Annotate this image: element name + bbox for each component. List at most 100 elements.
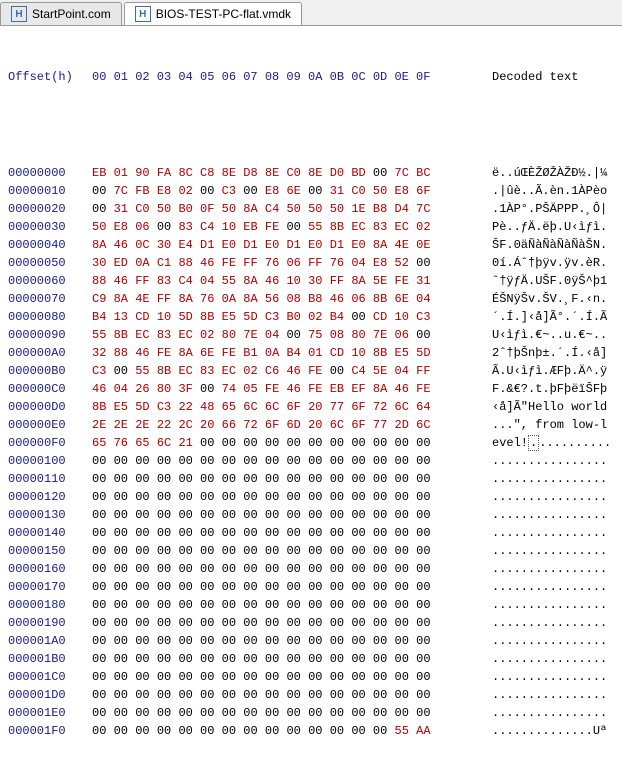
- bytes: 2E 2E 2E 22 2C 20 66 72 6F 6D 20 6C 6F 7…: [92, 416, 492, 434]
- hex-row[interactable]: 0000015000 00 00 00 00 00 00 00 00 00 00…: [8, 542, 614, 560]
- hex-row[interactable]: 0000010000 00 00 00 00 00 00 00 00 00 00…: [8, 452, 614, 470]
- offset: 00000130: [8, 506, 92, 524]
- file-icon: H: [11, 6, 27, 22]
- hex-viewer: Offset(h) 00 01 02 03 04 05 06 07 08 09 …: [0, 26, 622, 764]
- hex-row[interactable]: 0000002000 31 C0 50 B0 0F 50 8A C4 50 50…: [8, 200, 614, 218]
- hex-row[interactable]: 000001F000 00 00 00 00 00 00 00 00 00 00…: [8, 722, 614, 740]
- header-row: Offset(h) 00 01 02 03 04 05 06 07 08 09 …: [8, 68, 614, 86]
- hex-row[interactable]: 0000003050 E8 06 00 83 C4 10 EB FE 00 55…: [8, 218, 614, 236]
- offset: 00000140: [8, 524, 92, 542]
- hex-row[interactable]: 0000005030 ED 0A C1 88 46 FE FF 76 06 FF…: [8, 254, 614, 272]
- bytes: 00 00 00 00 00 00 00 00 00 00 00 00 00 0…: [92, 722, 492, 740]
- bytes: 00 00 00 00 00 00 00 00 00 00 00 00 00 0…: [92, 650, 492, 668]
- decoded: ................: [492, 650, 607, 668]
- bytes: 8A 46 0C 30 E4 D1 E0 D1 E0 D1 E0 D1 E0 8…: [92, 236, 492, 254]
- decoded: ´.Í.]‹å]Ã°.´.Í.Ã: [492, 308, 607, 326]
- decoded: ................: [492, 488, 607, 506]
- tab[interactable]: HBIOS-TEST-PC-flat.vmdk: [124, 2, 302, 25]
- offset: 00000100: [8, 452, 92, 470]
- cursor: .: [528, 435, 539, 451]
- offset: 00000070: [8, 290, 92, 308]
- hex-row[interactable]: 0000017000 00 00 00 00 00 00 00 00 00 00…: [8, 578, 614, 596]
- offset: 000001D0: [8, 686, 92, 704]
- bytes: 8B E5 5D C3 22 48 65 6C 6C 6F 20 77 6F 7…: [92, 398, 492, 416]
- decoded: ................: [492, 560, 607, 578]
- header-offset: Offset(h): [8, 68, 92, 86]
- bytes: 00 00 00 00 00 00 00 00 00 00 00 00 00 0…: [92, 668, 492, 686]
- hex-row[interactable]: 000000A032 88 46 FE 8A 6E FE B1 0A B4 01…: [8, 344, 614, 362]
- offset: 00000040: [8, 236, 92, 254]
- hex-row[interactable]: 000001D000 00 00 00 00 00 00 00 00 00 00…: [8, 686, 614, 704]
- offset: 00000020: [8, 200, 92, 218]
- hex-row[interactable]: 0000019000 00 00 00 00 00 00 00 00 00 00…: [8, 614, 614, 632]
- decoded: ˆ†ÿƒÄ.UŠF.0ÿŠ^þ1: [492, 272, 607, 290]
- bytes: 88 46 FF 83 C4 04 55 8A 46 10 30 FF 8A 5…: [92, 272, 492, 290]
- bytes: 46 04 26 80 3F 00 74 05 FE 46 FE EB EF 8…: [92, 380, 492, 398]
- offset: 00000090: [8, 326, 92, 344]
- decoded: ë..úŒÈŽØŽÀŽĐ½.|¼: [492, 164, 607, 182]
- decoded: evel!...........: [492, 434, 611, 452]
- tab-label: BIOS-TEST-PC-flat.vmdk: [156, 7, 291, 21]
- hex-row[interactable]: 000000B0C3 00 55 8B EC 83 EC 02 C6 46 FE…: [8, 362, 614, 380]
- decoded: .1ÀP°.PŠÄPPP.¸Ô|: [492, 200, 607, 218]
- offset: 00000120: [8, 488, 92, 506]
- hex-row[interactable]: 000000F065 76 65 6C 21 00 00 00 00 00 00…: [8, 434, 614, 452]
- bytes: 65 76 65 6C 21 00 00 00 00 00 00 00 00 0…: [92, 434, 492, 452]
- bytes: B4 13 CD 10 5D 8B E5 5D C3 B0 02 B4 00 C…: [92, 308, 492, 326]
- decoded: ................: [492, 452, 607, 470]
- bytes: 00 00 00 00 00 00 00 00 00 00 00 00 00 0…: [92, 542, 492, 560]
- hex-row[interactable]: 0000013000 00 00 00 00 00 00 00 00 00 00…: [8, 506, 614, 524]
- hex-row[interactable]: 000001B000 00 00 00 00 00 00 00 00 00 00…: [8, 650, 614, 668]
- decoded: Ã.U‹ìƒì.ÆFþ.Ä^.ÿ: [492, 362, 607, 380]
- bytes: 00 00 00 00 00 00 00 00 00 00 00 00 00 0…: [92, 452, 492, 470]
- offset: 00000160: [8, 560, 92, 578]
- decoded: ................: [492, 542, 607, 560]
- hex-row[interactable]: 0000001000 7C FB E8 02 00 C3 00 E8 6E 00…: [8, 182, 614, 200]
- decoded: U‹ìƒì.€~..u.€~..: [492, 326, 607, 344]
- hex-row[interactable]: 000000E02E 2E 2E 22 2C 20 66 72 6F 6D 20…: [8, 416, 614, 434]
- bytes: 55 8B EC 83 EC 02 80 7E 04 00 75 08 80 7…: [92, 326, 492, 344]
- hex-row[interactable]: 000000C046 04 26 80 3F 00 74 05 FE 46 FE…: [8, 380, 614, 398]
- hex-row[interactable]: 0000012000 00 00 00 00 00 00 00 00 00 00…: [8, 488, 614, 506]
- decoded: ................: [492, 578, 607, 596]
- hex-row[interactable]: 0000018000 00 00 00 00 00 00 00 00 00 00…: [8, 596, 614, 614]
- offset: 00000030: [8, 218, 92, 236]
- hex-row[interactable]: 000001C000 00 00 00 00 00 00 00 00 00 00…: [8, 668, 614, 686]
- bytes: 00 00 00 00 00 00 00 00 00 00 00 00 00 0…: [92, 488, 492, 506]
- offset: 000000A0: [8, 344, 92, 362]
- hex-row[interactable]: 000000D08B E5 5D C3 22 48 65 6C 6C 6F 20…: [8, 398, 614, 416]
- hex-row[interactable]: 0000011000 00 00 00 00 00 00 00 00 00 00…: [8, 470, 614, 488]
- bytes: 30 ED 0A C1 88 46 FE FF 76 06 FF 76 04 E…: [92, 254, 492, 272]
- hex-row[interactable]: 00000070C9 8A 4E FF 8A 76 0A 8A 56 08 B8…: [8, 290, 614, 308]
- offset: 000000D0: [8, 398, 92, 416]
- hex-row[interactable]: 0000014000 00 00 00 00 00 00 00 00 00 00…: [8, 524, 614, 542]
- bytes: 00 00 00 00 00 00 00 00 00 00 00 00 00 0…: [92, 524, 492, 542]
- tab[interactable]: HStartPoint.com: [0, 2, 122, 25]
- decoded: Pè..ƒÄ.ëþ.U‹ìƒì.: [492, 218, 607, 236]
- bytes: 00 00 00 00 00 00 00 00 00 00 00 00 00 0…: [92, 578, 492, 596]
- offset: 00000010: [8, 182, 92, 200]
- hex-row[interactable]: 0000009055 8B EC 83 EC 02 80 7E 04 00 75…: [8, 326, 614, 344]
- hex-row[interactable]: 0000006088 46 FF 83 C4 04 55 8A 46 10 30…: [8, 272, 614, 290]
- decoded: ÉŠNÿŠv.ŠV.¸F.‹n.: [492, 290, 607, 308]
- hex-row[interactable]: 0000016000 00 00 00 00 00 00 00 00 00 00…: [8, 560, 614, 578]
- hex-row[interactable]: 000001A000 00 00 00 00 00 00 00 00 00 00…: [8, 632, 614, 650]
- decoded: ‹å]Ã"Hello world: [492, 398, 607, 416]
- hex-row[interactable]: 000001E000 00 00 00 00 00 00 00 00 00 00…: [8, 704, 614, 722]
- bytes: 00 00 00 00 00 00 00 00 00 00 00 00 00 0…: [92, 632, 492, 650]
- hex-row[interactable]: 00000080B4 13 CD 10 5D 8B E5 5D C3 B0 02…: [8, 308, 614, 326]
- decoded: ................: [492, 632, 607, 650]
- offset: 000001A0: [8, 632, 92, 650]
- offset: 000000F0: [8, 434, 92, 452]
- decoded: ................: [492, 596, 607, 614]
- offset: 000001B0: [8, 650, 92, 668]
- header-decoded: Decoded text: [492, 68, 578, 86]
- hex-row[interactable]: 00000000EB 01 90 FA 8C C8 8E D8 8E C0 8E…: [8, 164, 614, 182]
- bytes: 00 00 00 00 00 00 00 00 00 00 00 00 00 0…: [92, 470, 492, 488]
- offset: 000000E0: [8, 416, 92, 434]
- bytes: 32 88 46 FE 8A 6E FE B1 0A B4 01 CD 10 8…: [92, 344, 492, 362]
- decoded: ................: [492, 506, 607, 524]
- hex-row[interactable]: 000000408A 46 0C 30 E4 D1 E0 D1 E0 D1 E0…: [8, 236, 614, 254]
- offset: 00000110: [8, 470, 92, 488]
- bytes: 00 00 00 00 00 00 00 00 00 00 00 00 00 0…: [92, 560, 492, 578]
